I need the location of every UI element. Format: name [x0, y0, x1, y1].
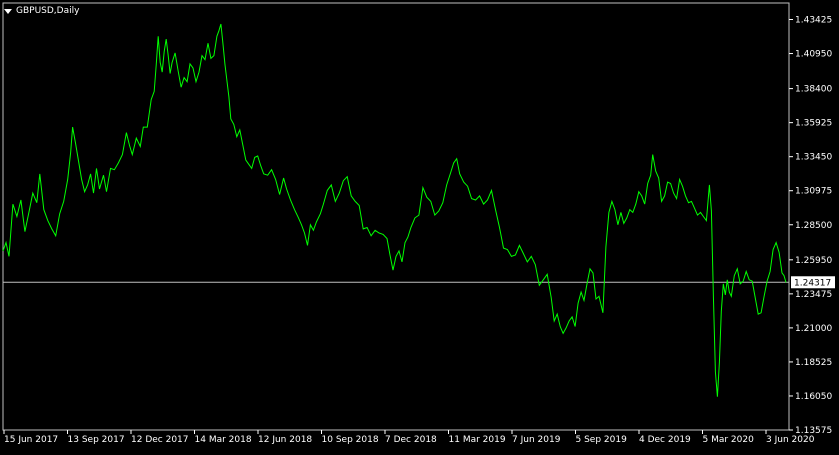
- x-tick-label: 13 Sep 2017: [68, 435, 125, 445]
- y-tick-label: 1.35925: [795, 119, 832, 129]
- y-tick-label: 1.33450: [795, 153, 832, 163]
- x-tick-label: 14 Mar 2018: [195, 435, 252, 445]
- x-tick-label: 7 Jun 2019: [512, 435, 561, 445]
- chart-title-text: GBPUSD,Daily: [16, 6, 80, 16]
- x-tick-label: 15 Jun 2017: [4, 435, 58, 445]
- y-tick-label: 1.38400: [795, 85, 832, 95]
- dropdown-triangle-icon[interactable]: [4, 8, 12, 14]
- x-tick-label: 12 Jun 2018: [258, 435, 312, 445]
- x-tick-label: 10 Sep 2018: [322, 435, 379, 445]
- current-price-label: 1.24317: [791, 276, 835, 289]
- y-tick-label: 1.30975: [795, 187, 832, 197]
- x-tick-label: 7 Dec 2018: [385, 435, 437, 445]
- y-axis: 1.43425 1.40950 1.38400 1.35925 1.33450 1.309…: [789, 16, 832, 436]
- current-price-text: 1.24317: [794, 278, 831, 288]
- x-tick-label: 3 Jun 2020: [766, 435, 815, 445]
- chart-area: 1.43425 1.40950 1.38400 1.35925 1.33450 1.309…: [0, 0, 839, 451]
- x-tick-label: 11 Mar 2019: [449, 435, 506, 445]
- x-tick-label: 12 Dec 2017: [131, 435, 189, 445]
- x-tick-label: 4 Dec 2019: [639, 435, 691, 445]
- y-tick-label: 1.25950: [795, 256, 832, 266]
- y-tick-label: 1.43425: [795, 16, 832, 26]
- y-tick-label: 1.21000: [795, 324, 832, 334]
- price-chart: 1.43425 1.40950 1.38400 1.35925 1.33450 1.309…: [2, 2, 835, 445]
- x-axis: 15 Jun 2017 13 Sep 2017 12 Dec 2017 14 Mar …: [3, 430, 815, 445]
- y-tick-label: 1.40950: [795, 50, 832, 60]
- y-tick-label: 1.16050: [795, 392, 832, 402]
- chart-title[interactable]: GBPUSD,Daily: [4, 6, 79, 16]
- x-tick-label: 5 Sep 2019: [576, 435, 628, 445]
- plot-border: [2, 2, 790, 431]
- y-tick-label: 1.23475: [795, 290, 832, 300]
- x-tick-label: 5 Mar 2020: [703, 435, 755, 445]
- y-tick-label: 1.28500: [795, 221, 832, 231]
- price-series-line: [2, 23, 787, 397]
- y-tick-label: 1.18525: [795, 358, 832, 368]
